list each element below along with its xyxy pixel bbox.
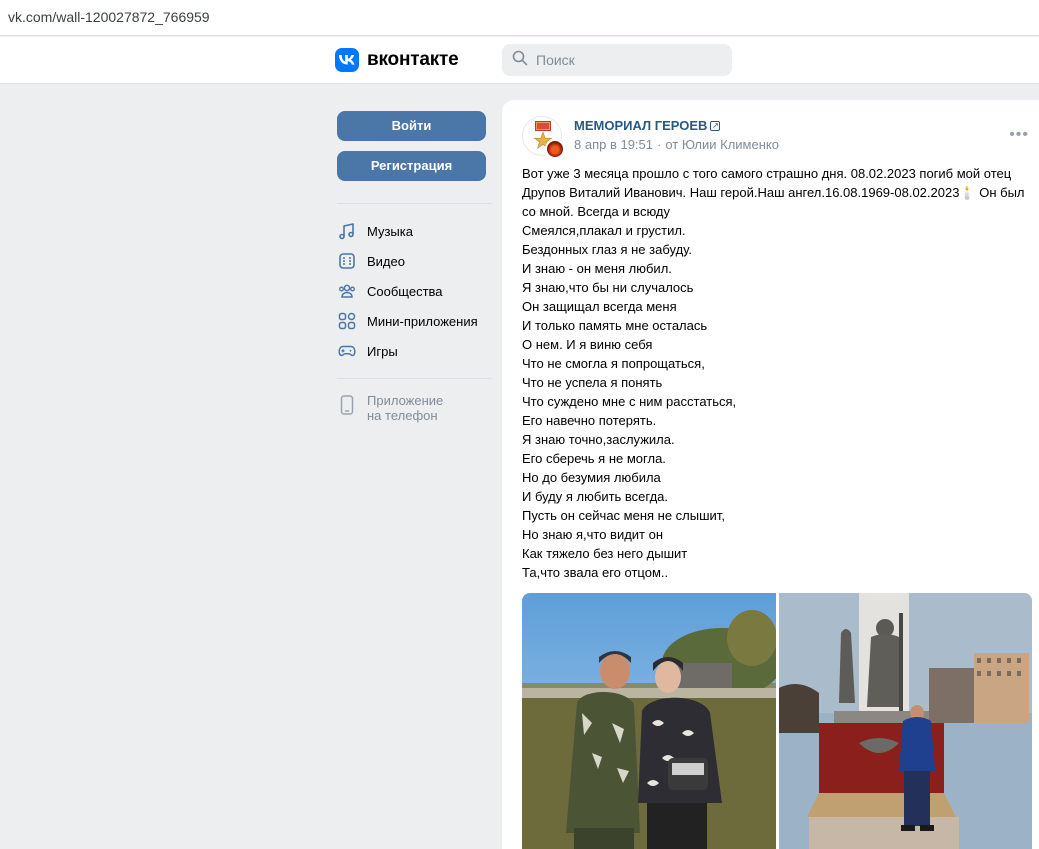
poem-line: Бездонных глаз я не забуду. bbox=[522, 242, 692, 257]
address-url[interactable]: vk.com/wall-120027872_766959 bbox=[8, 9, 210, 25]
post-author[interactable]: МЕМОРИАЛ ГЕРОЕВ ↗ bbox=[574, 118, 721, 133]
poem-line: Как тяжело без него дышит bbox=[522, 546, 688, 561]
sidebar-item-communities[interactable]: Сообщества bbox=[337, 276, 492, 306]
post-intro: Вот уже 3 месяца прошло с того самого ст… bbox=[522, 166, 1025, 219]
poem-line: И знаю - он меня любил. bbox=[522, 261, 672, 276]
photo-memorial-image bbox=[779, 593, 1032, 849]
sidebar-item-label: Музыка bbox=[367, 223, 413, 239]
search-input[interactable] bbox=[536, 52, 716, 68]
mobile-app-line1: Приложение bbox=[367, 393, 444, 408]
poem-line: И только память мне осталась bbox=[522, 318, 708, 333]
poem-line: Та,что звала его отцом.. bbox=[522, 565, 669, 580]
poem-line: И буду я любить всегда. bbox=[522, 489, 668, 504]
post-date[interactable]: 8 апр в 19:51 bbox=[574, 137, 653, 152]
poem-line: О нем. И я виню себя bbox=[522, 337, 653, 352]
community-avatar[interactable] bbox=[522, 116, 565, 159]
search-icon bbox=[512, 50, 528, 71]
photo-people-image bbox=[522, 593, 776, 849]
avatar-badge bbox=[545, 139, 565, 159]
phone-icon bbox=[340, 395, 354, 415]
sidebar-menu: Музыка Видео Сообщества Мини-приложения … bbox=[337, 216, 492, 366]
sidebar-item-mini-apps[interactable]: Мини-приложения bbox=[337, 306, 492, 336]
meta-separator: · bbox=[657, 137, 662, 152]
sidebar-divider bbox=[337, 378, 492, 379]
music-icon bbox=[339, 223, 354, 240]
poem-line: Я знаю точно,заслужила. bbox=[522, 432, 675, 447]
mini-apps-icon bbox=[338, 312, 356, 330]
poem-line: Но знаю я,что видит он bbox=[522, 527, 664, 542]
poem-line: Что не успела я понять bbox=[522, 375, 663, 390]
post-meta: 8 апр в 19:51 · от Юлии Клименко bbox=[574, 137, 779, 152]
post-photo-2[interactable] bbox=[779, 593, 1032, 849]
mobile-app-link[interactable]: Приложение на телефон bbox=[337, 393, 492, 423]
browser-address-bar: vk.com/wall-120027872_766959 bbox=[0, 0, 1039, 36]
site-header: вконтакте bbox=[0, 37, 1039, 84]
left-sidebar: Войти Регистрация Музыка Видео Сообществ… bbox=[337, 111, 492, 423]
sidebar-item-video[interactable]: Видео bbox=[337, 246, 492, 276]
post-from[interactable]: от Юлии Клименко bbox=[665, 137, 779, 152]
sidebar-item-label: Сообщества bbox=[367, 283, 443, 299]
vk-logo-text: вконтакте bbox=[367, 49, 459, 70]
sidebar-item-games[interactable]: Игры bbox=[337, 336, 492, 366]
sidebar-item-music[interactable]: Музыка bbox=[337, 216, 492, 246]
sidebar-item-label: Мини-приложения bbox=[367, 313, 478, 329]
poem-line: Он защищал всегда меня bbox=[522, 299, 677, 314]
post-photo-1[interactable] bbox=[522, 593, 776, 849]
poem-line: Пусть он сейчас меня не слышит, bbox=[522, 508, 725, 523]
poem-line: Я знаю,что бы ни случалось bbox=[522, 280, 694, 295]
video-icon bbox=[339, 253, 355, 269]
register-button[interactable]: Регистрация bbox=[337, 151, 486, 181]
external-link-icon: ↗ bbox=[710, 120, 721, 131]
post-author-name: МЕМОРИАЛ ГЕРОЕВ bbox=[574, 118, 708, 133]
wall-post: МЕМОРИАЛ ГЕРОЕВ ↗ 8 апр в 19:51 · от Юлии … bbox=[502, 100, 1039, 849]
games-icon bbox=[338, 345, 356, 357]
more-options-icon[interactable]: ••• bbox=[1009, 126, 1029, 144]
vk-logo[interactable]: вконтакте bbox=[335, 48, 459, 72]
vk-logo-icon bbox=[335, 48, 359, 72]
login-button[interactable]: Войти bbox=[337, 111, 486, 141]
poem-line: Его навечно потерять. bbox=[522, 413, 657, 428]
poem-line: Что суждено мне с ним расстаться, bbox=[522, 394, 737, 409]
poem-line: Что не смогла я попрощаться, bbox=[522, 356, 705, 371]
search-box[interactable] bbox=[502, 44, 732, 76]
poem-line: Смеялся,плакал и грустил. bbox=[522, 223, 686, 238]
mobile-app-line2: на телефон bbox=[367, 408, 438, 423]
communities-icon bbox=[339, 284, 355, 298]
sidebar-divider bbox=[337, 203, 492, 204]
poem-line: Его сберечь я не могла. bbox=[522, 451, 666, 466]
sidebar-item-label: Игры bbox=[367, 343, 398, 359]
sidebar-item-label: Видео bbox=[367, 253, 405, 269]
poem-line: Но до безумия любила bbox=[522, 470, 661, 485]
post-text: Вот уже 3 месяца прошло с того самого ст… bbox=[522, 164, 1032, 582]
